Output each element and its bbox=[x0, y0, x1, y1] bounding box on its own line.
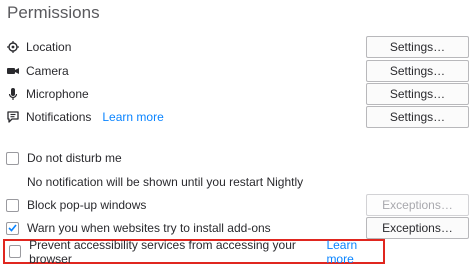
permission-label: Microphone bbox=[26, 87, 89, 101]
notifications-learn-more-link[interactable]: Learn more bbox=[102, 110, 163, 124]
permission-label: Location bbox=[26, 40, 72, 54]
popups-row: Block pop-up windows bbox=[6, 196, 146, 214]
dnd-row: Do not disturb me bbox=[6, 149, 122, 167]
permission-label: Camera bbox=[26, 64, 69, 78]
microphone-settings-button[interactable]: Settings… bbox=[366, 83, 469, 105]
prevent-accessibility-checkbox[interactable] bbox=[9, 245, 22, 258]
accessibility-learn-more-link[interactable]: Learn more bbox=[326, 238, 383, 266]
location-settings-button[interactable]: Settings… bbox=[366, 36, 469, 58]
block-popups-label: Block pop-up windows bbox=[27, 198, 147, 212]
checkmark-icon bbox=[8, 224, 17, 232]
warn-addons-label: Warn you when websites try to install ad… bbox=[27, 221, 271, 235]
notifications-settings-button[interactable]: Settings… bbox=[366, 106, 469, 128]
block-popups-checkbox[interactable] bbox=[6, 198, 19, 212]
addons-exceptions-button[interactable]: Exceptions… bbox=[366, 217, 469, 239]
permission-row-location: Location bbox=[6, 36, 71, 58]
dnd-checkbox[interactable] bbox=[6, 151, 19, 165]
permission-row-notifications: Notifications Learn more bbox=[6, 106, 164, 128]
camera-settings-button[interactable]: Settings… bbox=[366, 60, 469, 82]
microphone-icon bbox=[6, 87, 20, 101]
camera-icon bbox=[6, 64, 20, 78]
dnd-label: Do not disturb me bbox=[27, 151, 122, 165]
accessibility-highlight: Prevent accessibility services from acce… bbox=[3, 237, 385, 266]
notification-icon bbox=[6, 110, 20, 124]
permission-label: Notifications bbox=[26, 110, 92, 124]
permission-row-camera: Camera bbox=[6, 60, 69, 82]
warn-addons-checkbox[interactable] bbox=[6, 221, 19, 235]
location-icon bbox=[6, 40, 20, 54]
popups-exceptions-button[interactable]: Exceptions… bbox=[366, 194, 469, 216]
permission-row-microphone: Microphone bbox=[6, 83, 89, 105]
addons-row: Warn you when websites try to install ad… bbox=[6, 219, 271, 237]
section-title: Permissions bbox=[7, 3, 100, 22]
prevent-accessibility-label: Prevent accessibility services from acce… bbox=[29, 237, 296, 266]
dnd-description: No notification will be shown until you … bbox=[27, 175, 304, 189]
